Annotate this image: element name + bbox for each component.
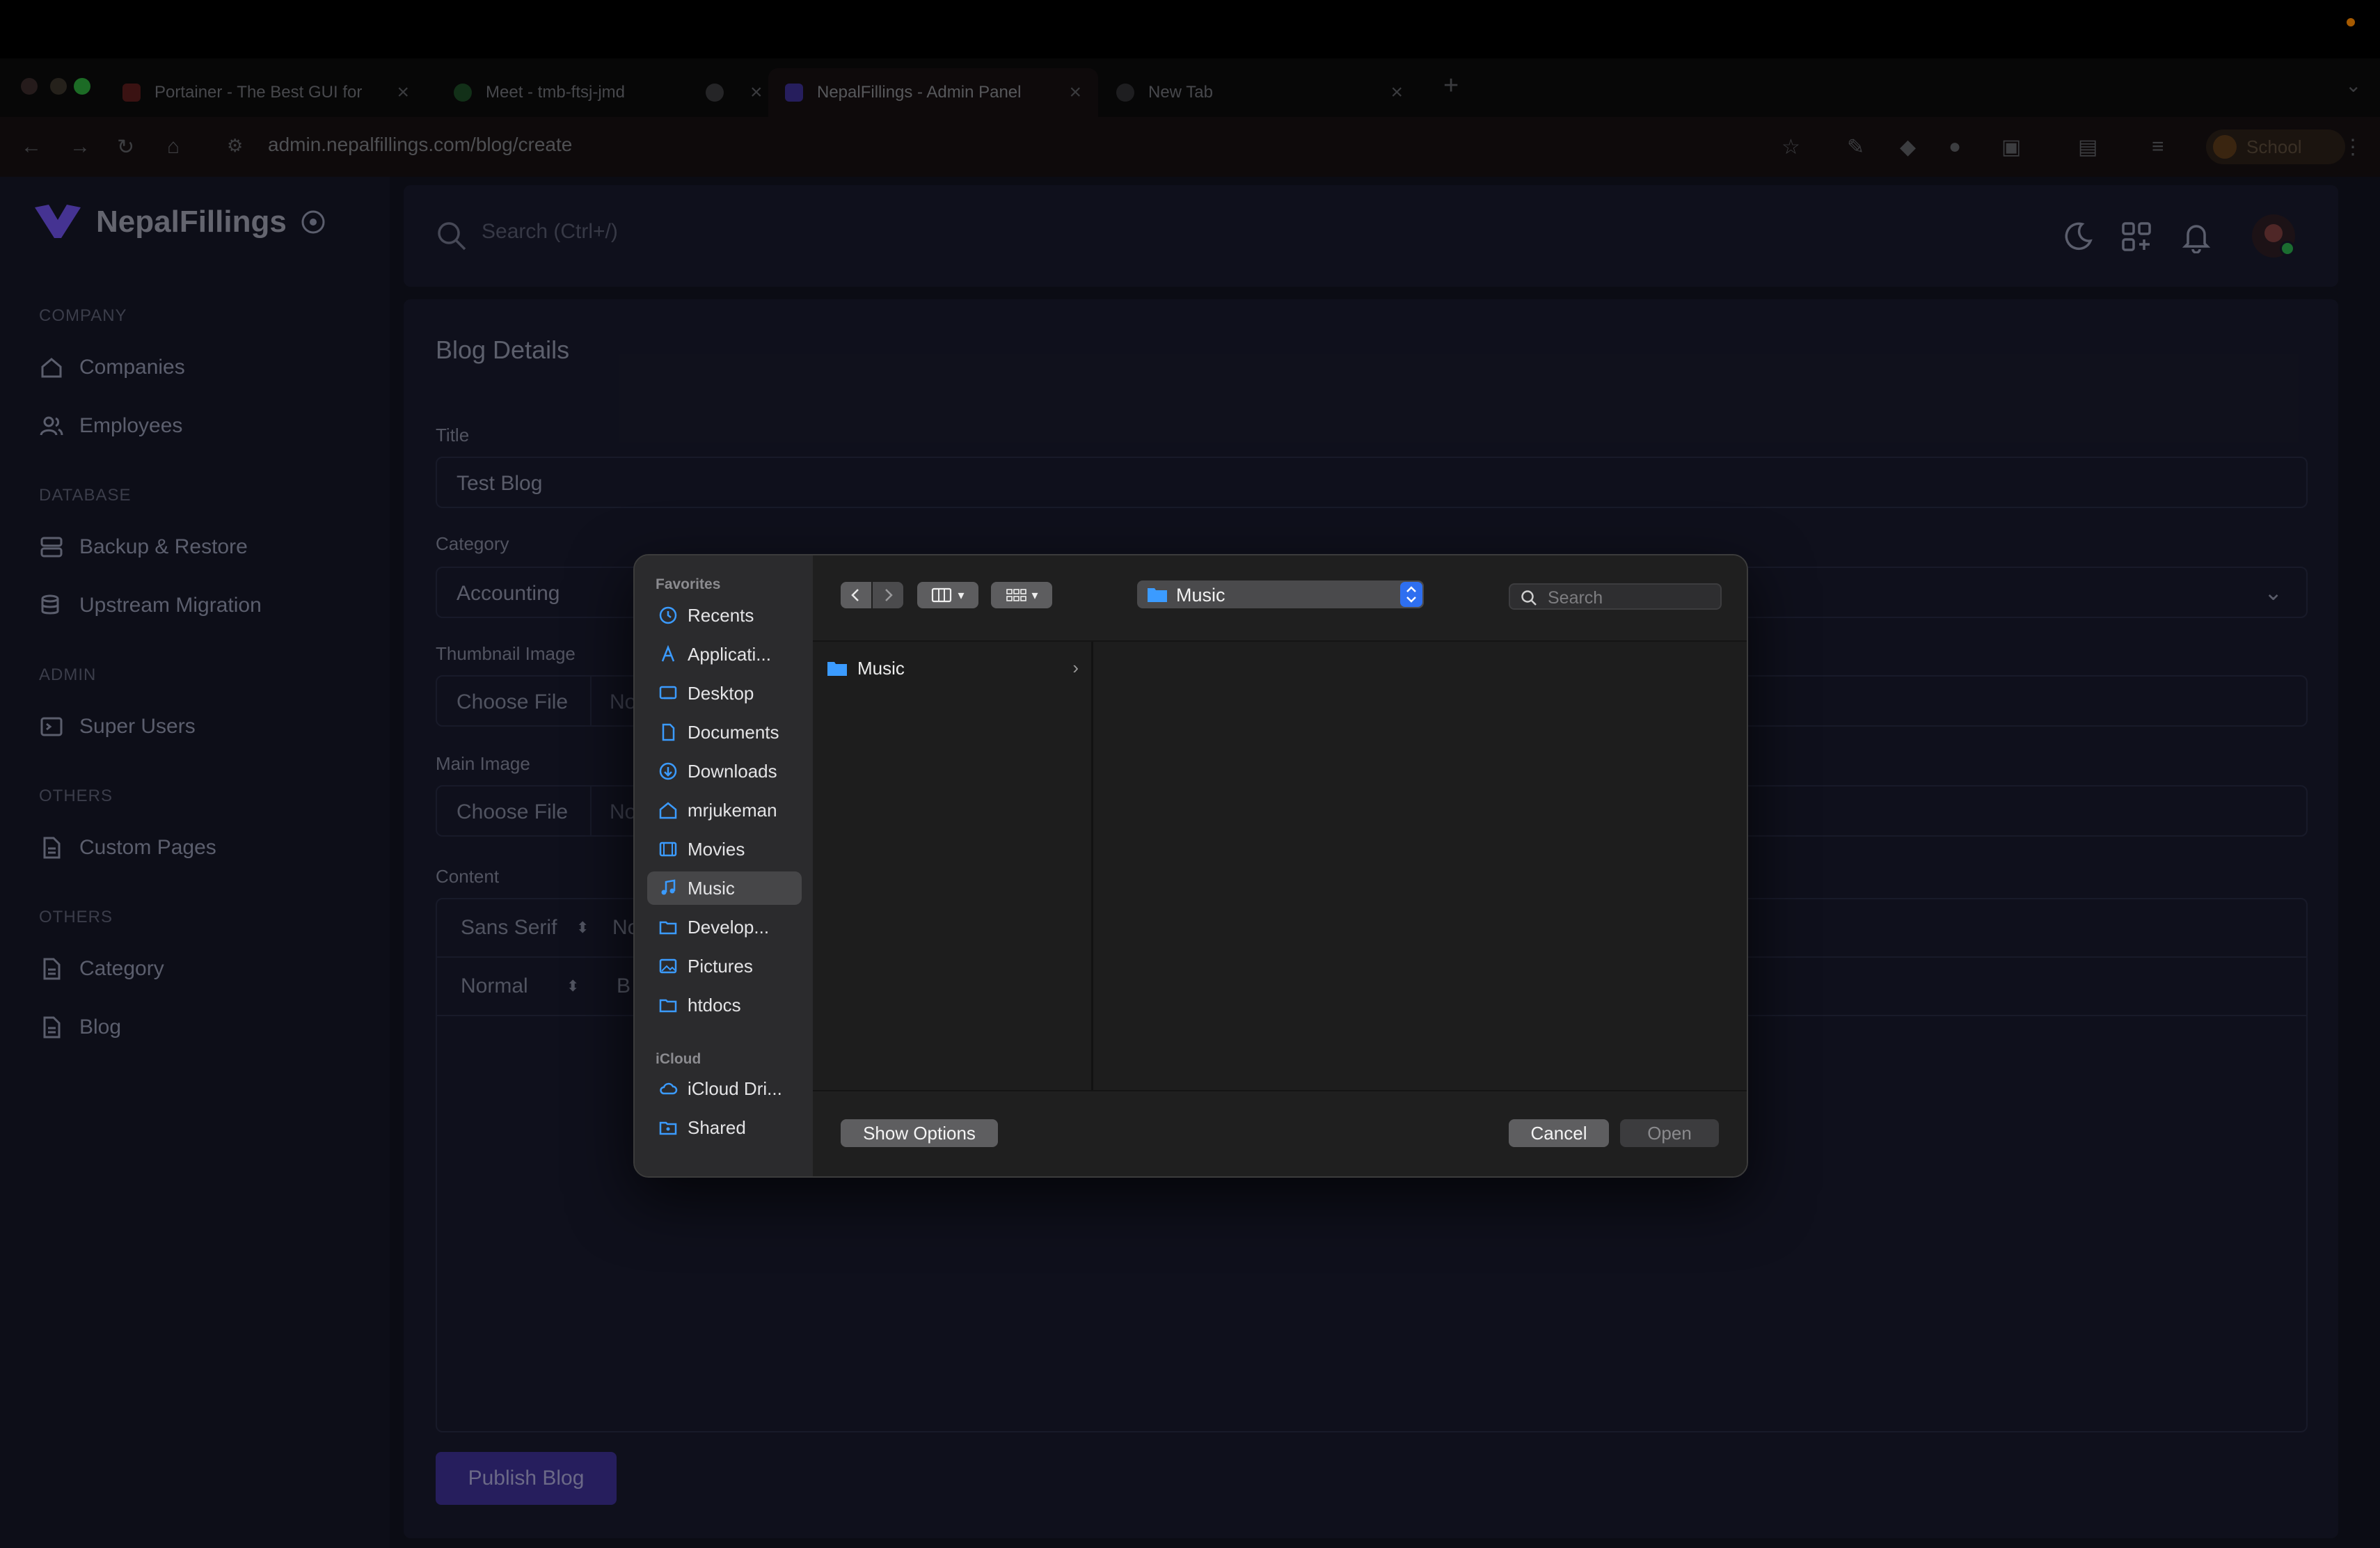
open-button[interactable]: Open <box>1620 1119 1719 1147</box>
sidebar-item-shared[interactable]: Shared <box>647 1111 802 1144</box>
group-by-button[interactable]: ▾ <box>991 582 1052 608</box>
show-options-button[interactable]: Show Options <box>841 1119 998 1147</box>
chevron-right-icon: › <box>1072 657 1079 678</box>
sidebar-item-label: Develop... <box>688 916 770 938</box>
cancel-button[interactable]: Cancel <box>1509 1119 1609 1147</box>
sidebar-item-icloud-drive[interactable]: iCloud Dri... <box>647 1072 802 1105</box>
list-item-music-folder[interactable]: Music › <box>827 654 1084 682</box>
sidebar-item-label: Shared <box>688 1116 746 1138</box>
dialog-toolbar: ▾ ▾ Music Search <box>813 555 1747 642</box>
sidebar-item-downloads[interactable]: Downloads <box>647 755 802 788</box>
photo-icon <box>659 958 677 974</box>
sidebar-item-label: Pictures <box>688 955 753 977</box>
applications-icon <box>661 645 675 662</box>
sidebar-item-label: Movies <box>688 838 745 860</box>
folder-name: Music <box>857 657 905 679</box>
browser-column-2 <box>1093 642 1747 1090</box>
sidebar-item-label: Downloads <box>688 760 777 782</box>
grid-view-icon <box>1006 589 1027 601</box>
view-mode-columns-button[interactable]: ▾ <box>917 582 978 608</box>
icloud-heading: iCloud <box>656 1051 701 1067</box>
sidebar-item-developer[interactable]: Develop... <box>647 910 802 944</box>
sidebar-item-music[interactable]: Music <box>647 871 802 905</box>
sidebar-item-label: Documents <box>688 721 779 743</box>
dialog-search-field[interactable]: Search <box>1509 583 1722 610</box>
up-down-chevron-icon <box>1406 586 1416 603</box>
location-name: Music <box>1176 585 1225 606</box>
sidebar-item-pictures[interactable]: Pictures <box>647 949 802 983</box>
location-stepper[interactable] <box>1400 582 1422 607</box>
folder-icon <box>827 662 847 676</box>
film-icon <box>659 842 677 857</box>
sidebar-item-label: Desktop <box>688 682 754 704</box>
chevron-right-icon <box>885 589 893 601</box>
music-note-icon <box>661 879 676 895</box>
clock-icon <box>659 606 677 624</box>
sidebar-item-documents[interactable]: Documents <box>647 716 802 749</box>
chevron-down-icon: ▾ <box>958 587 965 602</box>
columns-view-icon <box>932 587 952 603</box>
music-folder-icon <box>1148 588 1167 602</box>
forward-button[interactable] <box>873 582 903 608</box>
sidebar-item-label: iCloud Dri... <box>688 1077 782 1099</box>
sidebar-item-home[interactable]: mrjukeman <box>647 793 802 827</box>
dialog-sidebar: Favorites Recents Applicati... Desktop D… <box>635 555 814 1176</box>
shared-folder-icon <box>659 1121 677 1135</box>
favorites-heading: Favorites <box>656 576 721 592</box>
desktop-icon <box>659 686 677 700</box>
home-icon <box>659 802 677 819</box>
folder-icon <box>659 921 677 935</box>
location-popup[interactable]: Music <box>1137 580 1424 608</box>
sidebar-item-label: htdocs <box>688 994 741 1016</box>
browser-column-1: Music › <box>813 642 1093 1090</box>
sidebar-item-applications[interactable]: Applicati... <box>647 638 802 671</box>
back-button[interactable] <box>841 582 871 608</box>
file-open-dialog: Favorites Recents Applicati... Desktop D… <box>633 554 1748 1178</box>
sidebar-item-label: Recents <box>688 604 754 626</box>
search-icon <box>1521 590 1537 606</box>
sidebar-item-movies[interactable]: Movies <box>647 832 802 866</box>
sidebar-item-label: Music <box>688 877 735 899</box>
download-icon <box>659 762 677 780</box>
sidebar-item-htdocs[interactable]: htdocs <box>647 988 802 1022</box>
chevron-left-icon <box>851 589 859 601</box>
document-icon <box>662 723 675 741</box>
search-placeholder: Search <box>1548 588 1603 608</box>
sidebar-item-label: Applicati... <box>688 643 771 665</box>
sidebar-item-desktop[interactable]: Desktop <box>647 677 802 710</box>
chevron-down-icon: ▾ <box>1031 587 1038 602</box>
dialog-footer: Show Options Cancel Open <box>813 1090 1747 1176</box>
sidebar-item-recents[interactable]: Recents <box>647 599 802 632</box>
sidebar-item-label: mrjukeman <box>688 799 777 821</box>
folder-icon <box>659 999 677 1013</box>
cloud-icon <box>660 1082 678 1095</box>
